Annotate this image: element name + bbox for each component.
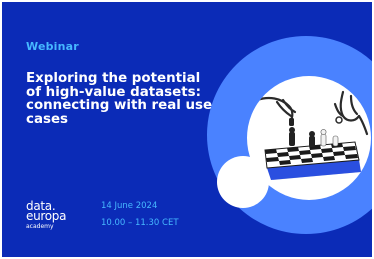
logo-line-europa: europa — [26, 209, 67, 223]
decorative-circle-small — [217, 156, 269, 208]
event-time: 10.00 – 11.30 CET — [101, 218, 179, 228]
webinar-badge: Webinar — [26, 40, 79, 53]
data-europa-academy-logo: data. europa academy — [26, 200, 67, 231]
logo-line-academy: academy — [26, 223, 54, 230]
event-date: 14 June 2024 — [101, 201, 158, 211]
webinar-title: Exploring the potential of high-value da… — [26, 71, 213, 127]
webinar-banner: Webinar Exploring the potential of high-… — [2, 2, 372, 257]
